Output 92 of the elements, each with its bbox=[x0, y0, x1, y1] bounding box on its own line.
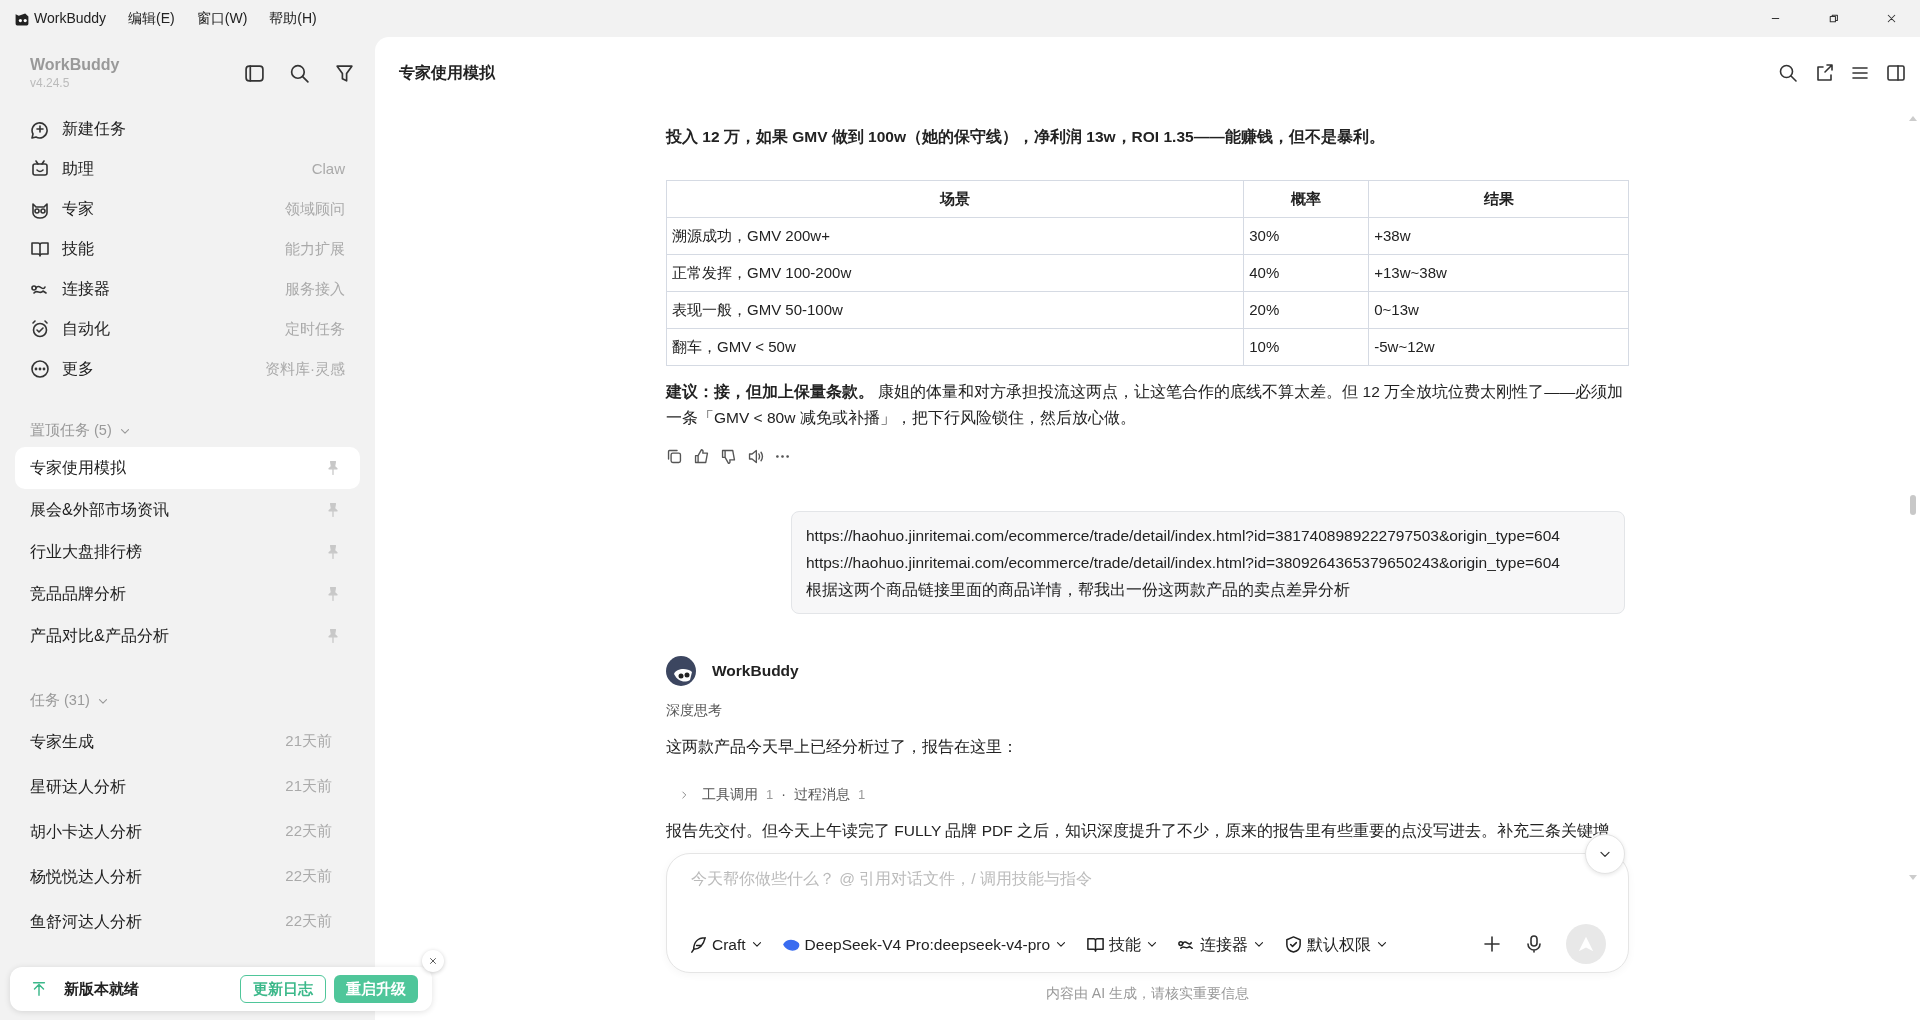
pinned-task-title[interactable]: 行业大盘排行榜 bbox=[30, 540, 142, 564]
process-count: 1 bbox=[766, 786, 774, 804]
toolbar-dropdown[interactable]: 默认权限 bbox=[1284, 932, 1390, 956]
table-cell: +13w~38w bbox=[1368, 254, 1629, 292]
toolbar-dropdown[interactable]: 技能 bbox=[1086, 932, 1160, 956]
disclaimer-text: 内容由 AI 生成，请核实重要信息 bbox=[1046, 985, 1249, 1001]
pinned-task-title[interactable]: 展会&外部市场资讯 bbox=[30, 498, 169, 522]
task-time: 22天前 bbox=[285, 821, 332, 842]
nav-hint: 领域顾问 bbox=[285, 198, 345, 219]
side-panel-icon[interactable] bbox=[1886, 63, 1906, 83]
process-count: 1 bbox=[857, 786, 866, 804]
alarm-clock-icon bbox=[30, 319, 50, 339]
nav-hint: 能力扩展 bbox=[285, 238, 345, 259]
column-header: 结果 bbox=[1368, 180, 1629, 218]
pinned-task-title[interactable]: 竞品品牌分析 bbox=[30, 582, 126, 606]
table-cell: +38w bbox=[1368, 217, 1629, 255]
table-cell: -5w~12w bbox=[1368, 328, 1629, 366]
menu-item[interactable]: 窗口(W) bbox=[196, 8, 248, 29]
task-title[interactable]: 鱼舒河达人分析 bbox=[30, 909, 142, 934]
nav-hint: Claw bbox=[311, 158, 345, 179]
nav-label[interactable]: 技能 bbox=[62, 237, 94, 261]
filter-icon[interactable] bbox=[334, 62, 355, 84]
close-icon bbox=[428, 956, 438, 966]
microphone-icon[interactable] bbox=[1524, 934, 1544, 955]
share-icon[interactable] bbox=[1814, 63, 1834, 83]
nav-hint: 资料库·灵感 bbox=[265, 358, 345, 379]
new-task-icon bbox=[30, 119, 50, 139]
app-name: WorkBuddy bbox=[34, 9, 107, 28]
nav-label[interactable]: 助理 bbox=[62, 157, 94, 181]
upgrade-arrow-icon bbox=[30, 980, 48, 998]
process-label[interactable]: 工具调用 bbox=[702, 784, 758, 806]
task-title: 专家使用模拟 bbox=[30, 458, 126, 478]
shield-icon bbox=[1284, 934, 1304, 954]
task-time: 21天前 bbox=[285, 776, 332, 797]
nav-label[interactable]: 新建任务 bbox=[62, 117, 126, 141]
assistant-name: WorkBuddy bbox=[712, 661, 799, 682]
nav-hint: 服务接入 bbox=[285, 278, 345, 299]
menu-item[interactable]: 帮助(H) bbox=[269, 8, 317, 29]
pinned-task-item[interactable]: 专家使用模拟 bbox=[15, 447, 360, 489]
speaker-icon[interactable] bbox=[747, 448, 764, 465]
task-title[interactable]: 胡小卡达人分析 bbox=[30, 819, 142, 844]
nav-hint: 定时任务 bbox=[285, 318, 345, 339]
table-cell: 40% bbox=[1243, 254, 1369, 292]
task-time: 21天前 bbox=[285, 731, 332, 752]
toolbar-dropdown[interactable]: 连接器 bbox=[1177, 932, 1267, 956]
update-message: 新版本就绪 bbox=[64, 978, 139, 999]
toolbar-dropdown[interactable]: DeepSeek-V4 Pro:deepseek-v4-pro bbox=[781, 932, 1069, 956]
message-line: 根据这两个商品链接里面的商品详情，帮我出一份这两款产品的卖点差异分析 bbox=[806, 580, 1351, 600]
toolbar-dropdown[interactable]: Craft bbox=[689, 932, 764, 956]
thumbs-down-icon[interactable] bbox=[720, 448, 737, 465]
app-title: WorkBuddy bbox=[30, 55, 120, 75]
table-cell: 10% bbox=[1243, 328, 1369, 366]
message-line: https://haohuo.jinritemai.com/ecommerce/trade/detail/index.html?id=3817408989222797503&origin_type=604 bbox=[806, 526, 1561, 546]
nav-label[interactable]: 自动化 bbox=[62, 317, 110, 341]
separator-dot: · bbox=[781, 785, 786, 805]
table-cell: 表现一般，GMV 50-100w bbox=[666, 291, 1244, 329]
summary-text: 投入 12 万，如果 GMV 做到 100w（她的保守线），净利润 13w，ROI 1.35——能赚钱，但不是暴利。 bbox=[666, 127, 1386, 147]
nav-label[interactable]: 更多 bbox=[62, 357, 94, 381]
column-header: 场景 bbox=[666, 180, 1244, 218]
feather-icon bbox=[689, 934, 708, 954]
reply-text: 这两款产品今天早上已经分析过了，报告在这里： bbox=[666, 737, 1019, 757]
add-icon[interactable] bbox=[1482, 934, 1502, 955]
search-icon[interactable] bbox=[289, 62, 310, 84]
pinned-task-title[interactable]: 产品对比&产品分析 bbox=[30, 624, 169, 648]
task-title[interactable]: 星研达人分析 bbox=[30, 774, 126, 799]
task-time: 22天前 bbox=[285, 911, 332, 932]
thinking-label: 深度思考 bbox=[666, 701, 723, 720]
more-icon bbox=[30, 359, 50, 379]
search-icon[interactable] bbox=[1778, 63, 1798, 83]
table-cell: 0~13w bbox=[1368, 291, 1629, 329]
conversation-title: 专家使用模拟 bbox=[399, 63, 495, 83]
table-cell: 溯源成功，GMV 200w+ bbox=[666, 217, 1244, 255]
book-icon bbox=[30, 239, 50, 259]
task-title[interactable]: 专家生成 bbox=[30, 729, 94, 754]
robot-icon bbox=[30, 159, 50, 179]
task-time: 22天前 bbox=[285, 866, 332, 887]
table-cell: 翻车，GMV < 50w bbox=[666, 328, 1244, 366]
sidebar-toggle-icon[interactable] bbox=[244, 62, 265, 84]
nav-label[interactable]: 连接器 bbox=[62, 277, 110, 301]
copy-icon[interactable] bbox=[666, 448, 683, 465]
column-header: 概率 bbox=[1243, 180, 1369, 218]
thumbs-up-icon[interactable] bbox=[693, 448, 710, 465]
table-cell: 20% bbox=[1243, 291, 1369, 329]
table-cell: 正常发挥，GMV 100-200w bbox=[666, 254, 1244, 292]
table-cell: 30% bbox=[1243, 217, 1369, 255]
assistant-avatar bbox=[666, 656, 696, 686]
nav-label[interactable]: 专家 bbox=[62, 197, 94, 221]
advice-paragraph: 建议：接，但加上保量条款。 康姐的体量和对方承担投流这两点，让这笔合作的底线不算太差。但 12 万全放坑位费太刚性了——必须加一条「GMV < 80w 减免或补播」，把下行风险锁住，然后放心做。 bbox=[666, 382, 1625, 428]
menu-item[interactable]: 编辑(E) bbox=[128, 8, 175, 29]
process-label[interactable]: 过程消息 bbox=[793, 784, 850, 806]
message-line: https://haohuo.jinritemai.com/ecommerce/trade/detail/index.html?id=3809264365379650243&origin_type=604 bbox=[806, 553, 1561, 573]
task-title[interactable]: 杨悦悦达人分析 bbox=[30, 864, 142, 889]
